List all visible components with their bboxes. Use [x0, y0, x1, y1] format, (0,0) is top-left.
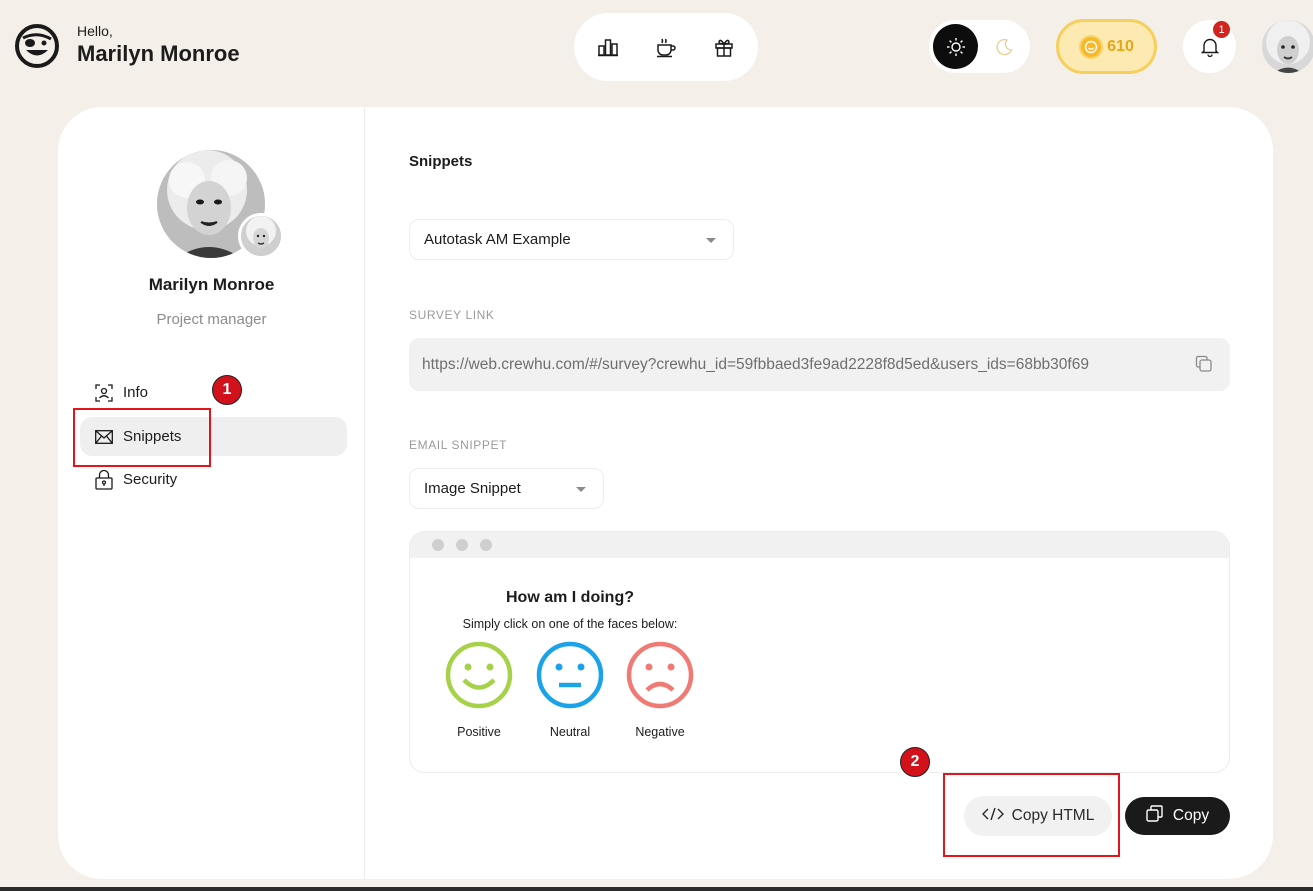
email-snippet-label: EMAIL SNIPPET [409, 438, 508, 452]
chevron-down-icon [706, 237, 716, 243]
coin-balance[interactable]: 610 [1056, 19, 1157, 74]
header-avatar[interactable] [1262, 20, 1313, 73]
copy-icon[interactable] [1195, 355, 1213, 378]
survey-link-value: https://web.crewhu.com/#/survey?crewhu_i… [422, 355, 1089, 373]
positive-face-icon[interactable] [444, 640, 514, 710]
leaderboard-icon[interactable] [596, 35, 620, 59]
coin-value: 610 [1107, 37, 1134, 55]
profile-name: Marilyn Monroe [148, 275, 275, 294]
annotation-marker-1: 1 [209, 372, 245, 408]
lock-icon [94, 469, 114, 490]
chevron-down-icon [576, 486, 586, 492]
annotation-number: 2 [900, 747, 930, 777]
sun-icon[interactable] [933, 24, 978, 69]
greeting-text: Hello, [77, 23, 113, 39]
annotation-number: 1 [212, 375, 242, 405]
moon-icon[interactable] [981, 24, 1026, 69]
top-header: Hello, Marilyn Monroe 610 1 [0, 0, 1313, 95]
coin-icon [1079, 34, 1104, 59]
sidebar-item-label: Info [123, 384, 149, 401]
profile-role: Project manager [156, 311, 267, 328]
gift-icon[interactable] [712, 35, 736, 59]
annotation-box-copy-html [943, 773, 1120, 857]
app-logo-icon[interactable] [14, 23, 60, 69]
negative-face-icon[interactable] [625, 640, 695, 710]
bell-icon [1200, 38, 1219, 57]
copy-icon [1146, 805, 1163, 827]
snippet-select-value: Autotask AM Example [424, 231, 571, 248]
snippet-select[interactable]: Autotask AM Example [409, 219, 734, 260]
preview-title: How am I doing? [506, 589, 634, 606]
snippets-panel: Snippets Autotask AM Example SURVEY LINK… [409, 107, 1239, 879]
greeting: Hello, Marilyn Monroe [77, 22, 240, 68]
face-label-positive: Positive [457, 725, 501, 739]
copy-label: Copy [1172, 807, 1210, 824]
copy-button[interactable]: Copy [1125, 797, 1230, 835]
profile-card: Marilyn Monroe Project manager Info Snip… [58, 107, 1273, 879]
main-nav [574, 13, 758, 81]
survey-link-field[interactable]: https://web.crewhu.com/#/survey?crewhu_i… [409, 338, 1230, 391]
face-label-negative: Negative [635, 725, 685, 739]
notification-badge: 1 [1213, 21, 1230, 38]
theme-toggle[interactable] [929, 20, 1030, 73]
company-avatar[interactable] [238, 213, 284, 259]
email-snippet-select[interactable]: Image Snippet [409, 468, 604, 509]
annotation-box-snippets [73, 408, 211, 467]
bottom-divider [0, 887, 1313, 891]
user-scan-icon [94, 383, 114, 403]
page-title: Snippets [409, 153, 473, 170]
greeting-user-name: Marilyn Monroe [77, 41, 240, 66]
annotation-marker-2: 2 [897, 744, 933, 780]
notifications-button[interactable]: 1 [1183, 20, 1236, 73]
email-snippet-preview: How am I doing? Simply click on one of t… [409, 531, 1230, 773]
preview-subtitle: Simply click on one of the faces below: [462, 617, 678, 631]
email-snippet-select-value: Image Snippet [424, 480, 521, 497]
profile-sidebar: Marilyn Monroe Project manager Info Snip… [58, 107, 365, 879]
coffee-icon[interactable] [654, 35, 678, 59]
neutral-face-icon[interactable] [535, 640, 605, 710]
face-label-neutral: Neutral [549, 725, 591, 739]
preview-window-bar [410, 532, 1229, 558]
survey-link-label: SURVEY LINK [409, 308, 495, 322]
sidebar-item-label: Security [123, 471, 178, 488]
